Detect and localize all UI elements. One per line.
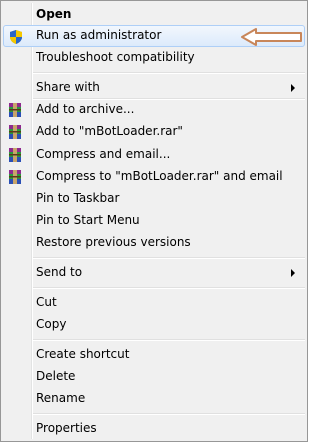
menu-item-restore-previous-versions[interactable]: Restore previous versions [3, 232, 305, 254]
menu-separator [33, 257, 305, 259]
menu-item-share-with[interactable]: Share with [3, 77, 305, 99]
menu-separator [33, 339, 305, 341]
winrar-icon [9, 148, 21, 162]
menu-item-delete-label: Delete [36, 369, 76, 383]
winrar-icon [9, 103, 21, 117]
menu-item-add-to-rar-label: Add to "mBotLoader.rar" [36, 124, 183, 138]
menu-item-properties-label: Properties [36, 421, 97, 435]
menu-item-troubleshoot-compatibility[interactable]: Troubleshoot compatibility [3, 47, 305, 69]
chevron-right-icon [291, 84, 295, 92]
menu-item-delete[interactable]: Delete [3, 366, 305, 388]
menu-item-cut-label: Cut [36, 295, 57, 309]
menu-item-share-with-label: Share with [36, 80, 100, 94]
menu-separator [33, 413, 305, 415]
menu-item-pin-to-taskbar-label: Pin to Taskbar [36, 191, 120, 205]
menu-item-troubleshoot-label: Troubleshoot compatibility [36, 50, 195, 64]
chevron-right-icon [291, 269, 295, 277]
menu-item-rename[interactable]: Rename [3, 388, 305, 410]
menu-item-add-to-rar[interactable]: Add to "mBotLoader.rar" [3, 121, 305, 143]
menu-item-add-to-archive[interactable]: Add to archive... [3, 99, 305, 121]
uac-shield-icon [10, 30, 22, 44]
winrar-icon [9, 125, 21, 139]
menu-item-add-to-archive-label: Add to archive... [36, 102, 135, 116]
menu-item-send-to[interactable]: Send to [3, 262, 305, 284]
menu-item-pin-to-start-menu-label: Pin to Start Menu [36, 213, 140, 227]
menu-item-create-shortcut[interactable]: Create shortcut [3, 344, 305, 366]
menu-item-restore-label: Restore previous versions [36, 235, 191, 249]
menu-item-cut[interactable]: Cut [3, 292, 305, 314]
menu-item-compress-to-rar-and-email-label: Compress to "mBotLoader.rar" and email [36, 169, 283, 183]
context-menu: Open Run as administrator Troubleshoot c… [0, 0, 308, 442]
winrar-icon [9, 170, 21, 184]
menu-separator [33, 287, 305, 289]
menu-item-compress-and-email[interactable]: Compress and email... [3, 144, 305, 166]
menu-item-open[interactable]: Open [3, 4, 305, 26]
menu-item-send-to-label: Send to [36, 265, 83, 279]
menu-item-properties[interactable]: Properties [3, 418, 305, 440]
menu-item-compress-and-email-label: Compress and email... [36, 147, 171, 161]
menu-item-compress-to-rar-and-email[interactable]: Compress to "mBotLoader.rar" and email [3, 166, 305, 188]
menu-item-rename-label: Rename [36, 391, 86, 405]
menu-item-pin-to-start-menu[interactable]: Pin to Start Menu [3, 210, 305, 232]
menu-item-create-shortcut-label: Create shortcut [36, 347, 130, 361]
menu-item-run-as-administrator-label: Run as administrator [36, 28, 162, 42]
menu-item-open-label: Open [36, 7, 72, 21]
menu-item-copy[interactable]: Copy [3, 314, 305, 336]
menu-item-pin-to-taskbar[interactable]: Pin to Taskbar [3, 188, 305, 210]
menu-separator [33, 72, 305, 74]
menu-item-copy-label: Copy [36, 317, 67, 331]
arrow-callout-icon [241, 28, 302, 46]
